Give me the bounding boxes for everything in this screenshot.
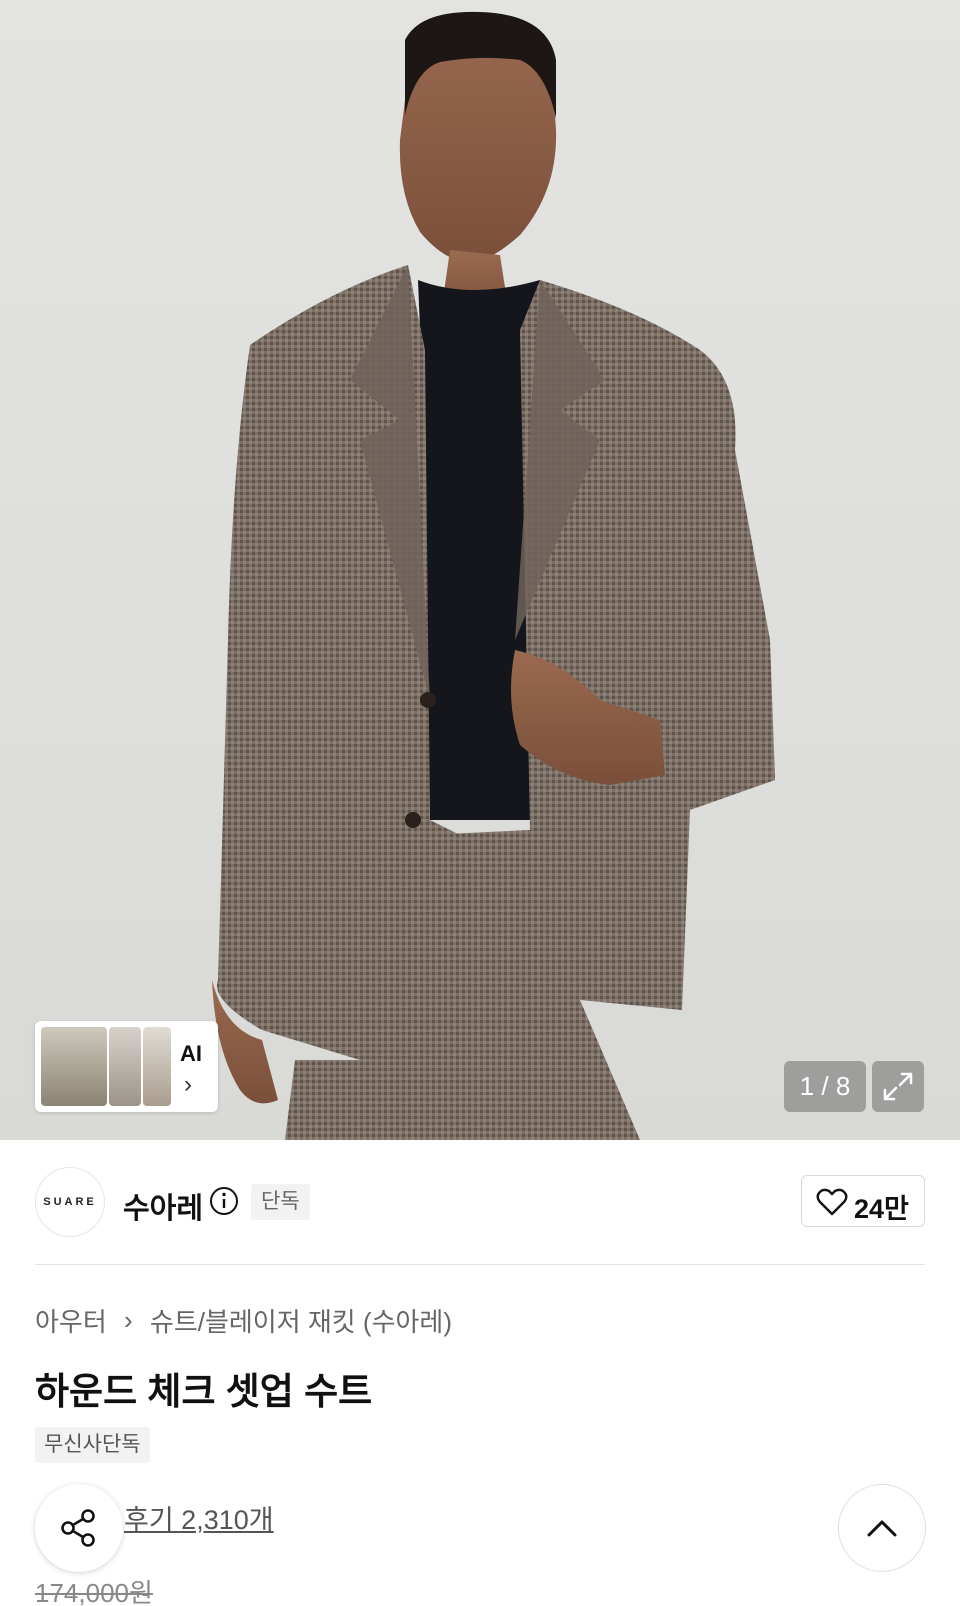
like-button[interactable]: 24만	[801, 1175, 925, 1227]
divider	[35, 1264, 925, 1265]
chevron-right-icon: ›	[184, 1071, 192, 1098]
exclusive-badge: 단독	[251, 1184, 310, 1220]
expand-icon	[883, 1072, 913, 1101]
brand-row: SUARE 수아레 단독 24만	[35, 1165, 925, 1237]
ai-thumb-3	[143, 1027, 171, 1106]
info-icon[interactable]	[208, 1185, 240, 1217]
share-button[interactable]	[35, 1484, 123, 1572]
ai-label: AI	[180, 1041, 202, 1066]
scroll-top-button[interactable]	[838, 1484, 926, 1572]
like-count: 24만	[854, 1194, 909, 1224]
ai-styling-card[interactable]: AI ›	[35, 1021, 218, 1112]
review-link[interactable]: 후기 2,310개	[124, 1498, 274, 1537]
breadcrumb-item-blazer[interactable]: 슈트/블레이저 재킷 (수아레)	[150, 1307, 452, 1337]
chevron-up-icon	[867, 1520, 897, 1537]
chevron-right-icon: ›	[124, 1305, 133, 1335]
product-image[interactable]: AI › 1 / 8	[0, 0, 960, 1140]
ai-thumb-1	[41, 1027, 107, 1106]
model-photo	[212, 11, 775, 1140]
product-tag: 무신사단독	[35, 1427, 150, 1463]
image-pager: 1 / 8	[784, 1061, 866, 1112]
expand-button[interactable]	[872, 1061, 924, 1112]
product-title: 하운드 체크 셋업 수트	[35, 1371, 373, 1412]
heart-icon	[816, 1188, 848, 1216]
original-price: 174,000원	[35, 1578, 153, 1606]
breadcrumb: 아우터 › 슈트/블레이저 재킷 (수아레)	[35, 1302, 452, 1339]
brand-logo[interactable]: SUARE	[35, 1167, 105, 1237]
share-icon	[61, 1509, 95, 1547]
brand-name[interactable]: 수아레	[123, 1185, 203, 1227]
ai-thumb-2	[109, 1027, 141, 1106]
breadcrumb-item-outer[interactable]: 아우터	[35, 1307, 107, 1337]
